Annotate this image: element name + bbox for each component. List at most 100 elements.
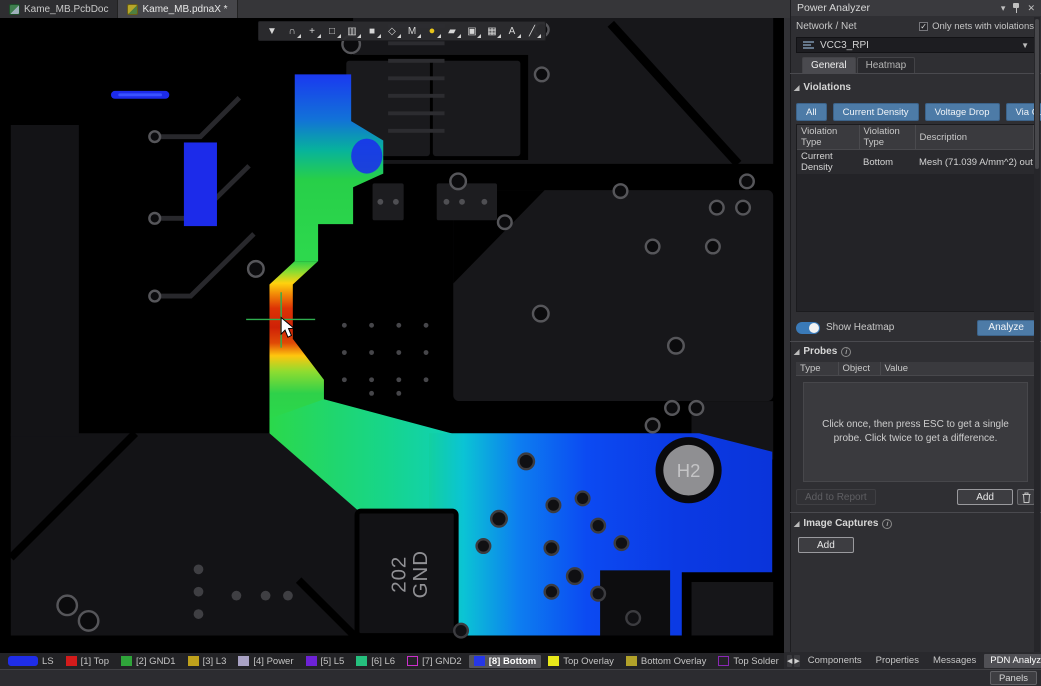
divider bbox=[790, 341, 1041, 342]
add-capture-button[interactable]: Add bbox=[798, 537, 854, 553]
info-icon: i bbox=[882, 519, 892, 529]
scroll-right-icon[interactable]: ▶ bbox=[794, 655, 799, 667]
layer-color-swatch bbox=[626, 656, 637, 666]
panel-title: Power Analyzer bbox=[797, 2, 870, 14]
panel-header: Power Analyzer ▾ ✕ bbox=[791, 0, 1041, 16]
tab-heatmap[interactable]: Heatmap bbox=[857, 57, 916, 74]
close-icon[interactable]: ✕ bbox=[1027, 3, 1035, 14]
measure-icon[interactable]: M bbox=[403, 23, 421, 39]
panels-button[interactable]: Panels bbox=[990, 671, 1037, 685]
layer-label: Top Solder bbox=[733, 656, 778, 667]
layer-color-swatch bbox=[238, 656, 249, 666]
panel-tab-pdn-analyzer[interactable]: PDN Analyzer bbox=[984, 654, 1041, 668]
col-violation-type-2[interactable]: Violation Type bbox=[859, 125, 915, 150]
move-icon[interactable]: + bbox=[303, 23, 321, 39]
panel-scrollbar[interactable] bbox=[1034, 17, 1040, 653]
histogram-icon[interactable]: ▥ bbox=[343, 23, 361, 39]
layer-color-swatch bbox=[8, 656, 38, 666]
violation-layer-cell: Bottom bbox=[859, 150, 915, 175]
filter-current-density-button[interactable]: Current Density bbox=[833, 103, 919, 121]
divider bbox=[790, 512, 1041, 513]
layer-tab-top[interactable]: [1] Top bbox=[61, 655, 114, 668]
net-dropdown[interactable]: VCC3_RPI ▼ bbox=[796, 37, 1035, 53]
panel-tab-components[interactable]: Components bbox=[802, 654, 868, 668]
col-violation-type[interactable]: Violation Type bbox=[797, 125, 859, 150]
show-heatmap-toggle[interactable] bbox=[796, 322, 820, 334]
pcb-heatmap-view: 202 GND H2 bbox=[0, 18, 784, 653]
violations-table: Violation Type Violation Type Descriptio… bbox=[796, 124, 1035, 312]
layer-label: [1] Top bbox=[81, 656, 109, 667]
layer-label: [8] Bottom bbox=[489, 656, 537, 667]
layer-color-swatch bbox=[718, 656, 729, 666]
marquee-icon[interactable]: □ bbox=[323, 23, 341, 39]
add-probe-button[interactable]: Add bbox=[957, 489, 1013, 505]
layer-tab-bar: LS [1] Top [2] GND1 [3] L3 [4] Power [5]… bbox=[0, 653, 784, 669]
line-icon[interactable]: ╱ bbox=[523, 23, 541, 39]
violation-row[interactable]: Current Density Bottom Mesh (71.039 A/mm… bbox=[797, 150, 1034, 175]
layer-tab-gnd1[interactable]: [2] GND1 bbox=[116, 655, 181, 668]
pcb-canvas[interactable]: 202 GND H2 bbox=[0, 18, 784, 653]
snap-icon[interactable]: ∩ bbox=[283, 23, 301, 39]
panel-tab-messages[interactable]: Messages bbox=[927, 654, 982, 668]
violations-header[interactable]: ◢ Violations bbox=[794, 82, 851, 93]
col-type[interactable]: Type bbox=[796, 362, 838, 376]
checkbox-icon: ✓ bbox=[919, 22, 928, 31]
delete-probe-button[interactable] bbox=[1017, 489, 1035, 505]
layer-label: LS bbox=[42, 656, 54, 667]
panel-menu-icon[interactable]: ▾ bbox=[1001, 3, 1006, 14]
only-violations-checkbox[interactable]: ✓ Only nets with violations bbox=[919, 21, 1034, 32]
violation-desc-cell: Mesh (71.039 A/mm^2) out of limit bbox=[915, 150, 1034, 175]
scrollbar-thumb[interactable] bbox=[1035, 19, 1039, 169]
probes-header[interactable]: ◢ Probes i bbox=[794, 346, 851, 357]
layer-color-swatch bbox=[548, 656, 559, 666]
layer-tab-l6[interactable]: [6] L6 bbox=[351, 655, 400, 668]
filter-voltage-drop-button[interactable]: Voltage Drop bbox=[925, 103, 1000, 121]
filter-all-button[interactable]: All bbox=[796, 103, 827, 121]
layer-tab-top-overlay[interactable]: Top Overlay bbox=[543, 655, 619, 668]
col-description[interactable]: Description bbox=[915, 125, 1034, 150]
export-icon[interactable]: ▣ bbox=[463, 23, 481, 39]
col-value[interactable]: Value bbox=[880, 362, 1035, 376]
pcb-doc-icon bbox=[9, 4, 20, 15]
pin-icon[interactable] bbox=[1012, 3, 1020, 13]
text-icon[interactable]: A bbox=[503, 23, 521, 39]
layer-tab-top-solder[interactable]: Top Solder bbox=[713, 655, 783, 668]
layer-tab-gnd2[interactable]: [7] GND2 bbox=[402, 655, 467, 668]
analyze-button[interactable]: Analyze bbox=[977, 320, 1035, 336]
doc-tab-pdnax[interactable]: Kame_MB.pdnaX * bbox=[118, 0, 237, 18]
fill-icon[interactable]: ■ bbox=[363, 23, 381, 39]
layer-color-swatch bbox=[66, 656, 77, 666]
layer-tab-bottom[interactable]: [8] Bottom bbox=[469, 655, 542, 668]
layer-label: Bottom Overlay bbox=[641, 656, 706, 667]
svg-text:GND: GND bbox=[410, 550, 432, 598]
doc-tab-label: Kame_MB.PcbDoc bbox=[24, 4, 108, 15]
doc-tab-pcbdoc[interactable]: Kame_MB.PcbDoc bbox=[0, 0, 118, 18]
scroll-left-icon[interactable]: ◀ bbox=[787, 655, 792, 667]
capture-icon[interactable]: ▰ bbox=[443, 23, 461, 39]
add-to-report-button[interactable]: Add to Report bbox=[796, 489, 876, 505]
layer-tab-ls[interactable]: LS bbox=[3, 655, 59, 668]
layer-tab-l3[interactable]: [3] L3 bbox=[183, 655, 232, 668]
highlight-icon[interactable]: ● bbox=[423, 23, 441, 39]
chart-icon[interactable]: ▦ bbox=[483, 23, 501, 39]
layer-tab-power[interactable]: [4] Power bbox=[233, 655, 298, 668]
component-designator: 202 GND bbox=[389, 550, 432, 598]
layer-tab-l5[interactable]: [5] L5 bbox=[301, 655, 350, 668]
canvas-toolbar: ▼ ∩ + □ ▥ ■ ◇ M ● ▰ ▣ ▦ A ╱ bbox=[258, 21, 546, 41]
collapse-icon: ◢ bbox=[794, 520, 799, 528]
polygon-icon[interactable]: ◇ bbox=[383, 23, 401, 39]
show-heatmap-label: Show Heatmap bbox=[826, 322, 894, 333]
layer-tab-bottom-overlay[interactable]: Bottom Overlay bbox=[621, 655, 711, 668]
filter-icon[interactable]: ▼ bbox=[263, 23, 281, 39]
net-icon bbox=[802, 40, 815, 50]
doc-tab-label: Kame_MB.pdnaX * bbox=[142, 4, 227, 15]
col-object[interactable]: Object bbox=[838, 362, 880, 376]
panel-tab-strip: General Heatmap bbox=[802, 57, 915, 74]
panel-tab-properties[interactable]: Properties bbox=[870, 654, 925, 668]
layer-color-swatch bbox=[356, 656, 367, 666]
collapse-icon: ◢ bbox=[794, 348, 799, 356]
svg-text:202: 202 bbox=[389, 556, 411, 593]
image-captures-header[interactable]: ◢ Image Captures i bbox=[794, 518, 892, 529]
tab-general[interactable]: General bbox=[802, 57, 856, 74]
pdna-doc-icon bbox=[127, 4, 138, 15]
